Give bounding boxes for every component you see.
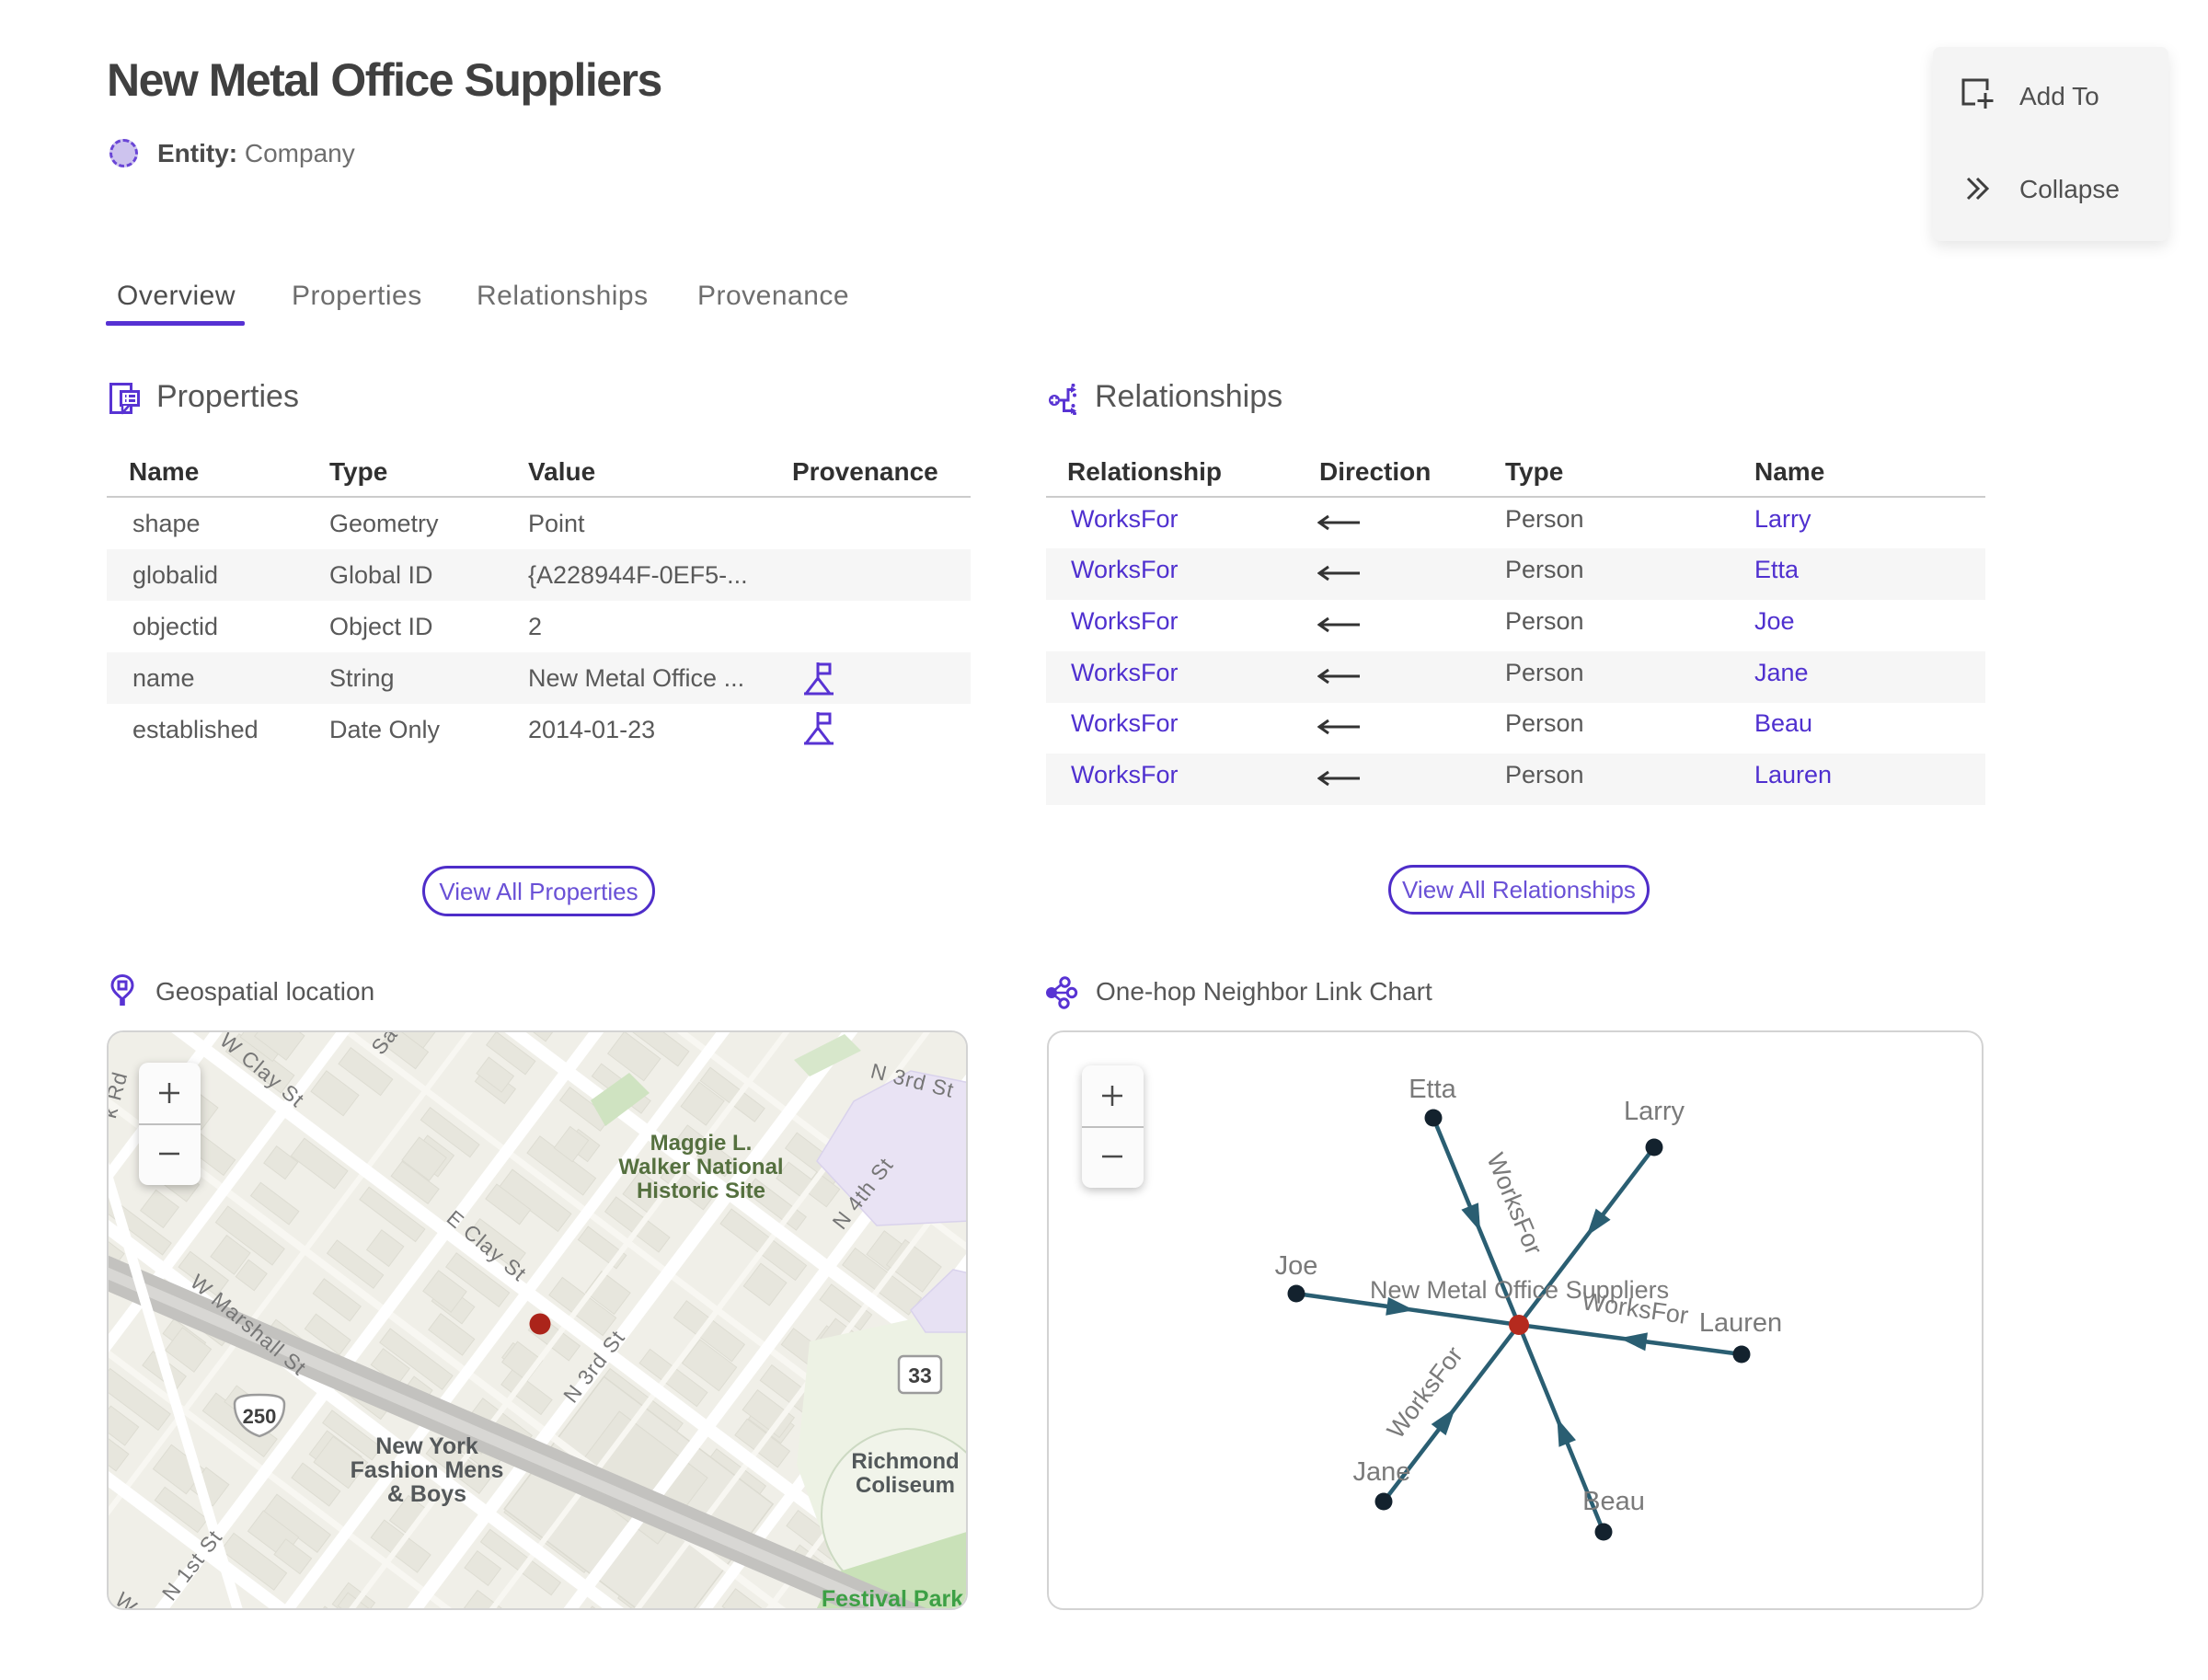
svg-text:33: 33 (908, 1364, 932, 1387)
svg-text:WorksFor: WorksFor (1580, 1287, 1690, 1329)
svg-text:& Boys: & Boys (387, 1481, 466, 1507)
svg-text:WorksFor: WorksFor (1382, 1341, 1468, 1444)
svg-text:Walker National: Walker National (618, 1155, 783, 1179)
svg-text:Larry: Larry (1624, 1097, 1685, 1126)
svg-text:Jane: Jane (1353, 1457, 1411, 1487)
svg-text:Joe: Joe (1275, 1251, 1318, 1281)
svg-text:Lauren: Lauren (1699, 1308, 1782, 1338)
svg-text:Fashion Mens: Fashion Mens (351, 1457, 504, 1483)
svg-text:Richmond: Richmond (851, 1449, 959, 1474)
svg-text:New York: New York (375, 1433, 478, 1459)
svg-text:Coliseum: Coliseum (856, 1473, 955, 1498)
svg-text:Beau: Beau (1582, 1487, 1645, 1516)
svg-text:Historic Site: Historic Site (637, 1179, 765, 1203)
svg-text:250: 250 (243, 1405, 277, 1428)
svg-text:Maggie L.: Maggie L. (650, 1131, 753, 1156)
svg-text:Etta: Etta (1409, 1075, 1456, 1104)
svg-text:Festival Park: Festival Park (822, 1586, 963, 1610)
svg-text:WorksFor: WorksFor (1481, 1149, 1547, 1259)
